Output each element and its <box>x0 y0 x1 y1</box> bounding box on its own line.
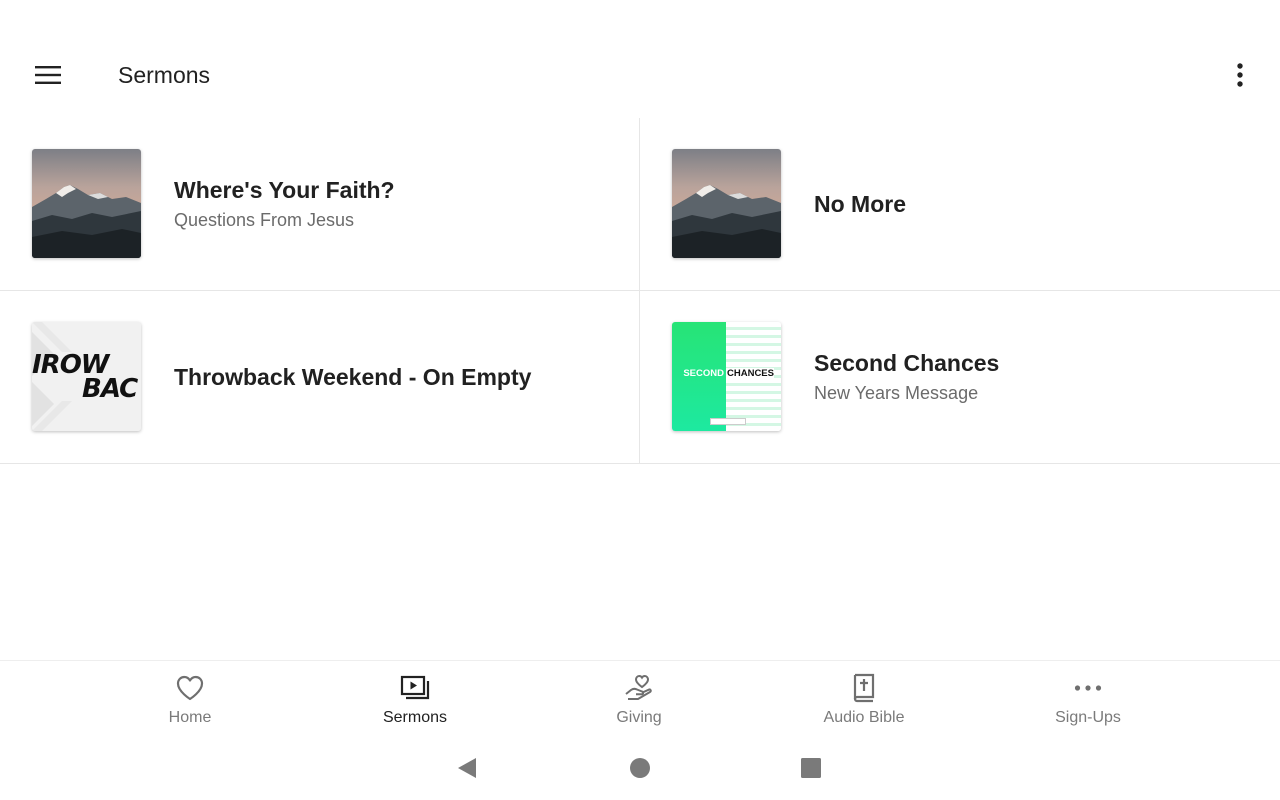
nav-item-home[interactable]: Home <box>130 673 250 727</box>
sermon-artwork: IROW BAC <box>32 322 141 431</box>
home-circle-icon <box>630 758 650 778</box>
artwork-text-right: CHANCES <box>726 368 774 379</box>
app-bar: Sermons <box>0 0 1280 118</box>
sermon-item[interactable]: No More <box>640 118 1280 290</box>
menu-button[interactable] <box>26 56 70 94</box>
nav-label: Sermons <box>382 709 448 726</box>
artwork-text-bottom: BAC <box>82 374 138 404</box>
nav-item-audio-bible[interactable]: Audio Bible <box>804 673 924 727</box>
artwork-tag <box>710 418 746 425</box>
sermon-text: Second Chances New Years Message <box>814 291 999 463</box>
sermon-artwork <box>32 149 141 258</box>
video-library-icon <box>400 673 430 703</box>
nav-item-sign-ups[interactable]: Sign-Ups <box>1028 673 1148 727</box>
sermon-title: No More <box>814 190 906 217</box>
sermon-row: Where's Your Faith? Questions From Jesus <box>0 118 1280 291</box>
more-horizontal-icon <box>1073 673 1103 703</box>
mountain-image <box>672 149 781 258</box>
system-back-button[interactable] <box>456 756 478 785</box>
nav-label: Home <box>168 709 212 726</box>
more-vertical-icon <box>1237 63 1243 87</box>
overflow-menu-button[interactable] <box>1220 56 1260 94</box>
sermon-subtitle: New Years Message <box>814 383 979 403</box>
sermon-row: IROW BAC Throwback Weekend - On Empty SE… <box>0 291 1280 464</box>
sermon-item[interactable]: Where's Your Faith? Questions From Jesus <box>0 118 640 290</box>
giving-hand-icon <box>624 673 654 703</box>
sermon-text: Throwback Weekend - On Empty <box>174 291 531 463</box>
sermon-title: Second Chances <box>814 350 1000 376</box>
nav-item-sermons[interactable]: Sermons <box>355 673 475 727</box>
heart-icon <box>175 673 205 703</box>
back-triangle-icon <box>458 758 476 778</box>
sermon-artwork <box>672 149 781 258</box>
system-recents-button[interactable] <box>800 757 822 784</box>
system-home-button[interactable] <box>629 757 651 784</box>
nav-label: Giving <box>616 709 662 726</box>
sermon-item[interactable]: SECOND CHANCES Second Chances New Years … <box>640 291 1280 463</box>
page-title: Sermons <box>118 62 211 88</box>
mountain-image <box>32 149 141 258</box>
bible-icon <box>849 673 879 703</box>
sermon-subtitle: Questions From Jesus <box>174 210 355 230</box>
sermon-artwork: SECOND CHANCES <box>672 322 781 431</box>
artwork-text-left: SECOND <box>683 368 724 379</box>
nav-label: Audio Bible <box>823 709 905 726</box>
recents-square-icon <box>801 758 821 778</box>
nav-label: Sign-Ups <box>1055 709 1121 726</box>
sermon-text: Where's Your Faith? Questions From Jesus <box>174 118 395 290</box>
artwork-title-line: SECOND CHANCES <box>672 368 781 379</box>
sermon-text: No More <box>814 118 906 290</box>
bottom-navigation: Home Sermons Giving Audio Bible Sign-Ups <box>0 660 1280 741</box>
sermon-grid: Where's Your Faith? Questions From Jesus <box>0 118 1280 464</box>
sermon-title: Where's Your Faith? <box>174 177 395 203</box>
hamburger-menu-icon <box>35 66 61 84</box>
system-navigation-bar <box>0 740 1280 800</box>
sermon-item[interactable]: IROW BAC Throwback Weekend - On Empty <box>0 291 640 463</box>
nav-item-giving[interactable]: Giving <box>579 673 699 727</box>
sermon-title: Throwback Weekend - On Empty <box>174 363 532 390</box>
